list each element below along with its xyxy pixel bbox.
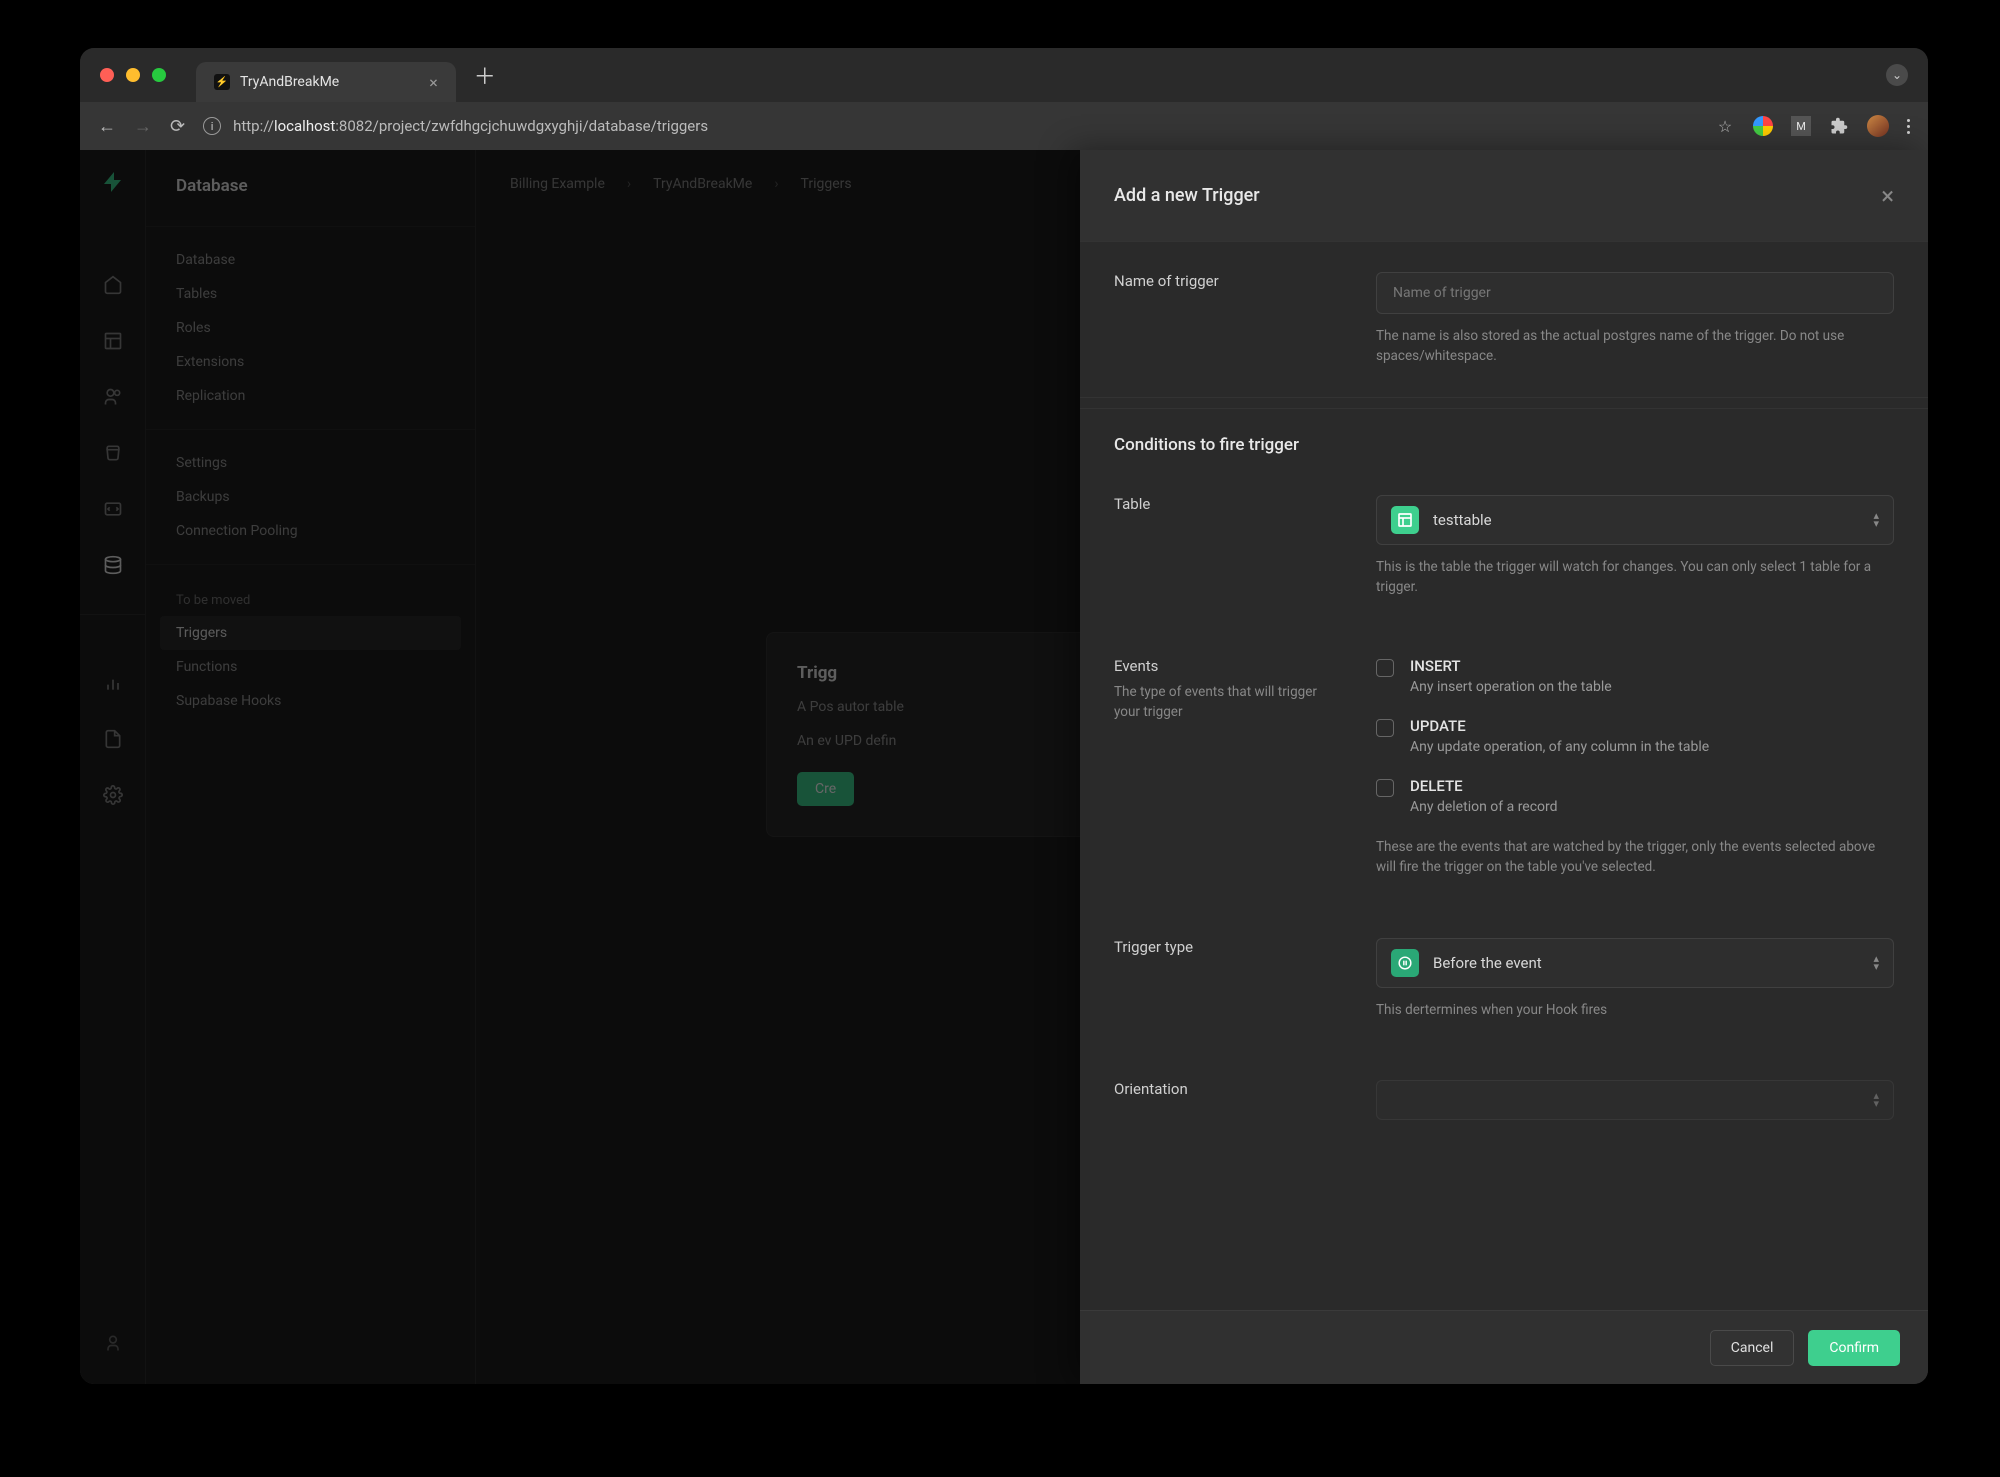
panel-footer: Cancel Confirm [1080,1310,1928,1384]
rail-storage-icon[interactable] [96,436,130,470]
sidebar-title: Database [146,150,475,226]
browser-menu-icon[interactable] [1907,119,1910,134]
event-update-desc: Any update operation, of any column in t… [1410,739,1709,755]
sidebar-item-tables[interactable]: Tables [146,277,475,311]
reload-icon[interactable]: ⟳ [170,116,185,137]
site-info-icon[interactable]: i [203,117,221,135]
close-window-icon[interactable] [100,68,114,82]
create-trigger-button[interactable]: Cre [797,772,854,806]
trigger-type-value: Before the event [1433,954,1542,972]
rail-reports-icon[interactable] [96,666,130,700]
rail-docs-icon[interactable] [96,722,130,756]
rail-account-icon[interactable] [96,1326,130,1360]
chevron-right-icon: › [774,176,778,192]
extension-m-icon[interactable]: M [1791,116,1811,136]
section-title-conditions: Conditions to fire trigger [1080,408,1928,465]
sidebar-group-head: To be moved [146,581,475,616]
field-label-table: Table [1114,495,1346,598]
rail-auth-icon[interactable] [96,380,130,414]
rail-settings-icon[interactable] [96,778,130,812]
browser-tab[interactable]: ⚡ TryAndBreakMe × [196,62,456,102]
table-select[interactable]: testtable ▴▾ [1376,495,1894,545]
rail-database-icon[interactable] [96,548,130,582]
sidebar-item-database[interactable]: Database [146,243,475,277]
sidebar-item-triggers[interactable]: Triggers [160,616,461,650]
help-text: The name is also stored as the actual po… [1376,326,1894,367]
orientation-select[interactable]: ▴▾ [1376,1080,1894,1120]
tab-overflow-icon[interactable]: ⌄ [1886,64,1908,86]
close-icon[interactable]: × [1881,182,1894,210]
sidebar-item-roles[interactable]: Roles [146,311,475,345]
help-text: This dertermines when your Hook fires [1376,1000,1894,1020]
new-tab-button[interactable]: ＋ [474,59,496,91]
pause-icon [1391,949,1419,977]
titlebar: ⚡ TryAndBreakMe × ＋ ⌄ [80,48,1928,102]
sidebar-item-settings[interactable]: Settings [146,446,475,480]
tab-favicon-icon: ⚡ [214,74,230,90]
app-root: Database Database Tables Roles Extension… [80,150,1928,1384]
trigger-name-input[interactable] [1376,272,1894,314]
table-icon [1391,506,1419,534]
url-text: http://localhost:8082/project/zwfdhgcjch… [233,117,708,135]
browser-window: ⚡ TryAndBreakMe × ＋ ⌄ ← → ⟳ i http://loc… [80,48,1928,1384]
profile-menu-icon[interactable] [1753,116,1773,136]
field-label-trigger-type: Trigger type [1114,938,1346,1020]
table-select-value: testtable [1433,511,1492,529]
panel-header: Add a new Trigger × [1080,150,1928,242]
nav-rail [80,150,146,1384]
rail-home-icon[interactable] [96,268,130,302]
trigger-type-select[interactable]: Before the event ▴▾ [1376,938,1894,988]
panel-title: Add a new Trigger [1114,185,1260,206]
help-text: These are the events that are watched by… [1376,837,1894,878]
back-icon[interactable]: ← [98,116,116,137]
help-text: This is the table the trigger will watch… [1376,557,1894,598]
sidebar-item-replication[interactable]: Replication [146,379,475,413]
side-panel: Add a new Trigger × Name of trigger The … [1080,150,1928,1384]
bookmark-icon[interactable]: ☆ [1715,116,1735,136]
sidebar-item-supabase-hooks[interactable]: Supabase Hooks [146,684,475,718]
panel-body[interactable]: Name of trigger The name is also stored … [1080,242,1928,1310]
field-label-orientation: Orientation [1114,1080,1346,1120]
rail-table-icon[interactable] [96,324,130,358]
tab-title: TryAndBreakMe [240,74,339,90]
event-insert-label: INSERT [1410,657,1612,675]
sidebar-item-connection-pooling[interactable]: Connection Pooling [146,514,475,548]
tab-close-icon[interactable]: × [429,73,438,92]
minimize-window-icon[interactable] [126,68,140,82]
field-label-name: Name of trigger [1114,272,1346,367]
url-bar: ← → ⟳ i http://localhost:8082/project/zw… [80,102,1928,150]
field-sublabel-events: The type of events that will trigger you… [1114,683,1346,722]
breadcrumb-item[interactable]: Billing Example [510,176,605,192]
event-update-checkbox[interactable] [1376,719,1394,737]
orientation-value [1391,1091,1395,1109]
sidebar: Database Database Tables Roles Extension… [146,150,476,1384]
chevron-updown-icon: ▴▾ [1873,1092,1879,1107]
chevron-updown-icon: ▴▾ [1873,512,1879,527]
extensions-icon[interactable] [1829,116,1849,136]
user-avatar-icon[interactable] [1867,115,1889,137]
logo-icon[interactable] [101,170,125,194]
window-controls [100,68,166,82]
sidebar-item-extensions[interactable]: Extensions [146,345,475,379]
event-delete-desc: Any deletion of a record [1410,799,1558,815]
event-delete-label: DELETE [1410,777,1558,795]
confirm-button[interactable]: Confirm [1808,1330,1900,1366]
address-field[interactable]: i http://localhost:8082/project/zwfdhgcj… [203,117,1697,135]
forward-icon[interactable]: → [134,116,152,137]
chevron-right-icon: › [627,176,631,192]
breadcrumb-item: Triggers [801,176,852,192]
sidebar-item-backups[interactable]: Backups [146,480,475,514]
cancel-button[interactable]: Cancel [1710,1330,1795,1366]
event-delete-checkbox[interactable] [1376,779,1394,797]
rail-sql-icon[interactable] [96,492,130,526]
event-insert-checkbox[interactable] [1376,659,1394,677]
maximize-window-icon[interactable] [152,68,166,82]
breadcrumb-item[interactable]: TryAndBreakMe [653,176,752,192]
field-label-events: Events [1114,657,1346,675]
chevron-updown-icon: ▴▾ [1873,955,1879,970]
event-insert-desc: Any insert operation on the table [1410,679,1612,695]
sidebar-item-functions[interactable]: Functions [146,650,475,684]
event-update-label: UPDATE [1410,717,1709,735]
